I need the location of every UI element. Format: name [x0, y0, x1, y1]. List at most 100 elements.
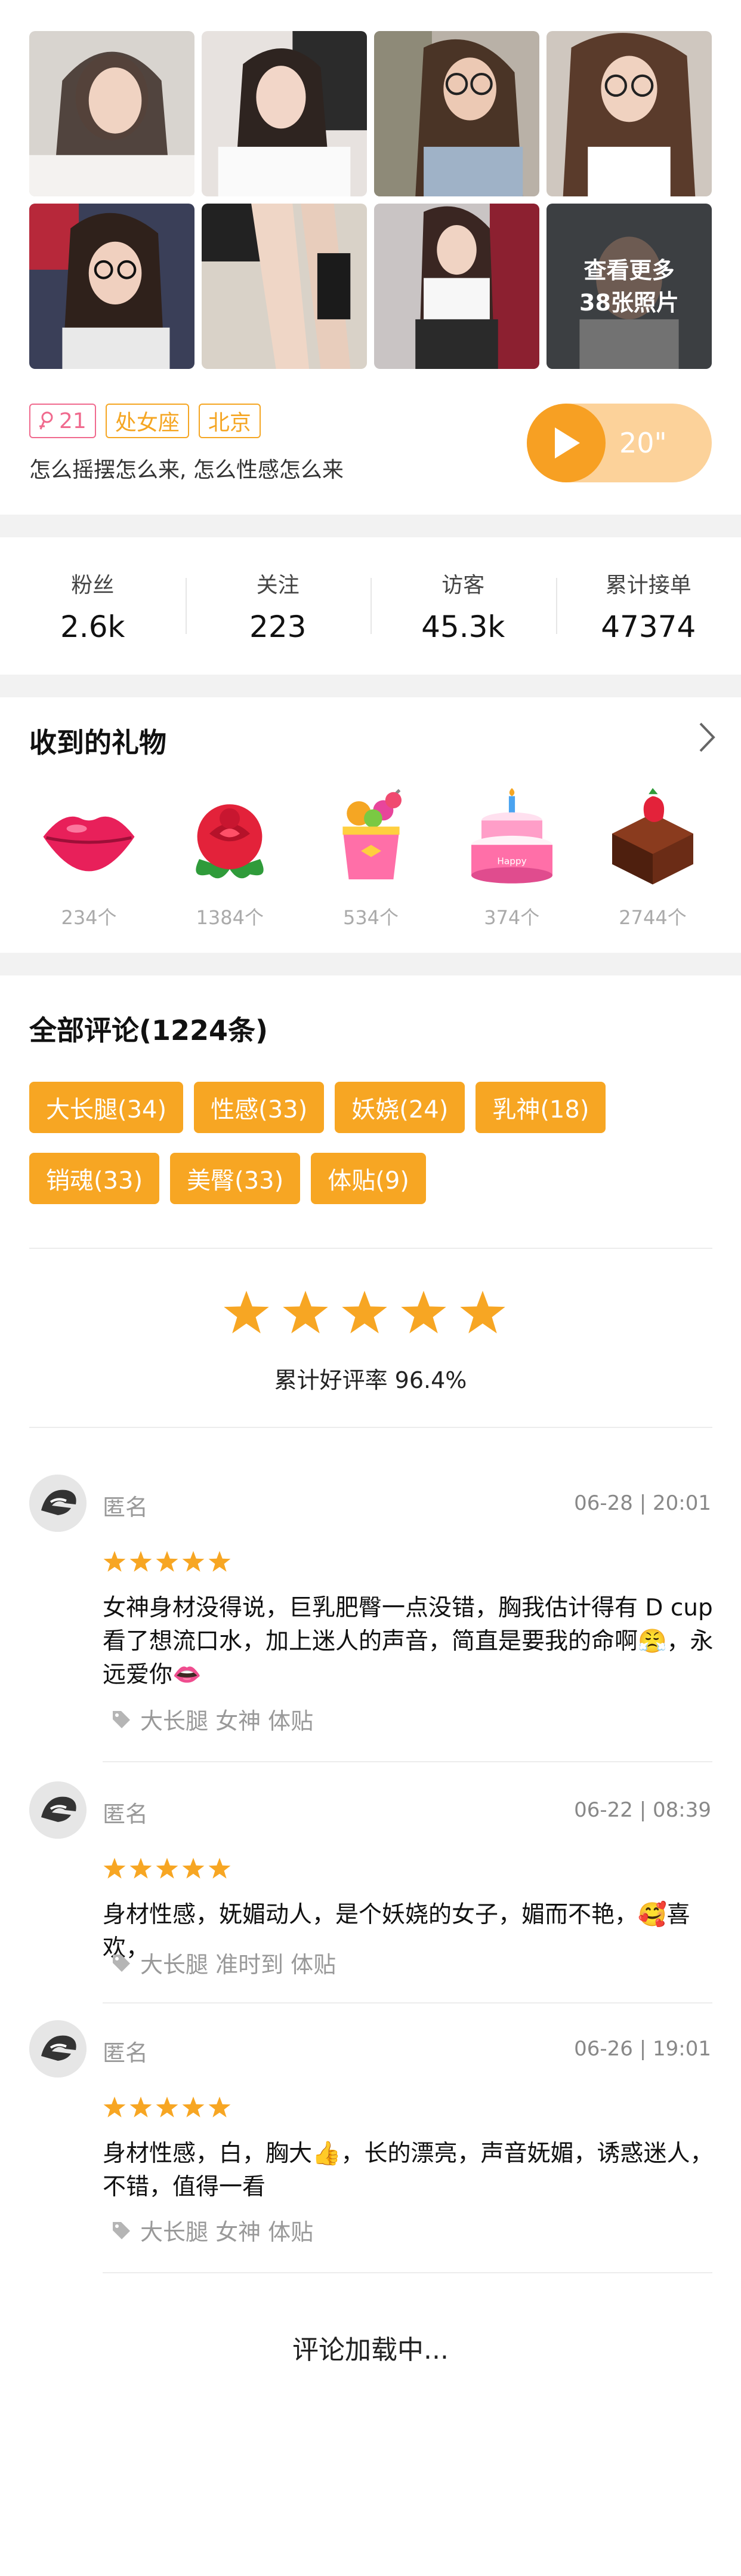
star-icon — [224, 1291, 269, 1334]
svg-text:Happy: Happy — [497, 856, 526, 867]
zodiac-tag: 处女座 — [105, 404, 189, 438]
profile-tags: 21 处女座 北京 — [29, 404, 261, 438]
star-icon — [129, 1858, 152, 1879]
divider-line — [103, 2002, 712, 2003]
comment-text: 女神身材没得说，巨乳肥臀一点没错，胸我估计得有 D cup看了想流口水，加上迷人… — [103, 1595, 714, 1688]
photo-1[interactable] — [29, 31, 194, 196]
stat-value: 223 — [249, 610, 307, 644]
more-photos-overlay[interactable]: 查看更多 38张照片 — [547, 204, 712, 369]
divider-line — [103, 2272, 712, 2273]
more-photos-count: 38张照片 — [579, 289, 679, 316]
comment-stars — [103, 1857, 231, 1881]
overall-rating-stars — [222, 1288, 507, 1337]
play-icon — [527, 404, 606, 482]
keyword-tag[interactable]: 大长腿(34) — [29, 1082, 184, 1133]
commenter-name: 匿名 — [103, 1494, 149, 1521]
keyword-tag[interactable]: 美臀(33) — [170, 1153, 301, 1204]
comment-tag-text: 大长腿 准时到 体贴 — [140, 1952, 336, 1978]
stat-value: 47374 — [601, 610, 696, 644]
photo-4[interactable] — [547, 31, 712, 196]
commenter-name: 匿名 — [103, 2040, 149, 2066]
chocolate-cake-icon — [612, 788, 693, 885]
star-icon — [129, 1551, 152, 1572]
star-icon — [156, 1858, 178, 1879]
comments-title: 全部评论(1224条) — [29, 1014, 268, 1047]
level-value: 21 — [59, 408, 87, 433]
star-icon — [182, 2097, 205, 2118]
keyword-tag[interactable]: 销魂(33) — [29, 1153, 160, 1204]
star-icon — [401, 1291, 446, 1334]
city-tag: 北京 — [198, 404, 261, 438]
gift-count: 534个 — [342, 906, 399, 929]
divider-line — [29, 1427, 712, 1428]
star-icon — [129, 2097, 152, 2118]
gift-count: 234个 — [61, 906, 117, 929]
chevron-right-icon[interactable] — [697, 721, 717, 753]
more-photos-label: 查看更多 — [583, 257, 675, 284]
divider-line — [29, 1248, 712, 1249]
avatar[interactable] — [29, 1781, 87, 1839]
gift-item[interactable]: 2744个 — [593, 788, 712, 930]
photo-3[interactable] — [374, 31, 539, 196]
stat-fans[interactable]: 粉丝 2.6k — [0, 537, 186, 675]
star-icon — [208, 1858, 231, 1879]
comment-tags: 大长腿 准时到 体贴 — [110, 1946, 336, 1979]
candy-cup-icon — [342, 789, 402, 879]
star-icon — [208, 2097, 231, 2118]
comment-time: 06-26 | 19:01 — [574, 2037, 711, 2061]
star-icon — [460, 1291, 505, 1334]
gift-count: 2744个 — [619, 906, 687, 929]
keyword-tag[interactable]: 乳神(18) — [476, 1082, 606, 1133]
section-divider — [0, 515, 741, 537]
star-icon — [103, 1551, 126, 1572]
comment-time: 06-22 | 08:39 — [574, 1798, 711, 1822]
keyword-tag[interactable]: 性感(33) — [194, 1082, 325, 1133]
star-icon — [182, 1858, 205, 1879]
signature-text: 怎么摇摆怎么来, 怎么性感怎么来 — [29, 458, 344, 482]
photo-7[interactable] — [374, 204, 539, 369]
tag-icon — [113, 1954, 130, 1972]
gift-item[interactable]: 534个 — [311, 788, 431, 930]
photo-5[interactable] — [29, 204, 194, 369]
stat-label: 关注 — [256, 573, 300, 598]
star-icon — [103, 2097, 126, 2118]
gift-count: 1384个 — [196, 906, 264, 929]
stat-label: 访客 — [441, 573, 485, 598]
loading-text: 评论加载中... — [292, 2335, 449, 2365]
gifts-title[interactable]: 收到的礼物 — [29, 721, 166, 761]
gift-item[interactable]: 1384个 — [170, 788, 289, 930]
stat-visitors[interactable]: 访客 45.3k — [370, 537, 556, 675]
photo-2[interactable] — [202, 31, 367, 196]
section-divider — [0, 953, 741, 975]
gift-count: 374个 — [484, 906, 540, 929]
lips-icon — [43, 816, 135, 872]
keyword-tag[interactable]: 妖娆(24) — [335, 1082, 465, 1133]
comment-tags: 大长腿 女神 体贴 — [110, 1703, 313, 1735]
keyword-tag[interactable]: 体贴(9) — [311, 1153, 426, 1204]
stat-value: 45.3k — [421, 610, 505, 644]
gift-item[interactable]: 234个 — [29, 788, 149, 930]
keyword-tags: 大长腿(34) 性感(33) 妖娆(24) 乳神(18) 销魂(33) 美臀(3… — [29, 1082, 721, 1204]
stat-value: 2.6k — [60, 610, 125, 644]
voice-duration: 20" — [619, 427, 667, 459]
photo-6[interactable] — [202, 204, 367, 369]
comment-stars — [103, 1550, 231, 1574]
avatar[interactable] — [29, 2020, 87, 2078]
photo-grid: 查看更多 38张照片 — [29, 31, 712, 369]
photo-8-more[interactable]: 查看更多 38张照片 — [547, 204, 712, 369]
stat-orders: 累计接单 47374 — [555, 537, 741, 675]
tag-icon — [113, 1710, 130, 1728]
star-icon — [342, 1291, 387, 1334]
gift-item[interactable]: Happy 374个 — [452, 788, 572, 930]
good-rate-text: 累计好评率 96.4% — [274, 1367, 467, 1393]
stat-label: 累计接单 — [605, 573, 691, 598]
comment-stars — [103, 2095, 231, 2119]
avatar[interactable] — [29, 1475, 87, 1532]
stat-label: 粉丝 — [71, 573, 115, 598]
tag-icon — [113, 2221, 130, 2239]
female-gender-icon — [39, 411, 53, 430]
commenter-name: 匿名 — [103, 1801, 149, 1827]
voice-intro-button[interactable]: 20" — [527, 404, 712, 482]
comment-tag-text: 大长腿 女神 体贴 — [140, 2219, 314, 2245]
stat-following[interactable]: 关注 223 — [185, 537, 371, 675]
